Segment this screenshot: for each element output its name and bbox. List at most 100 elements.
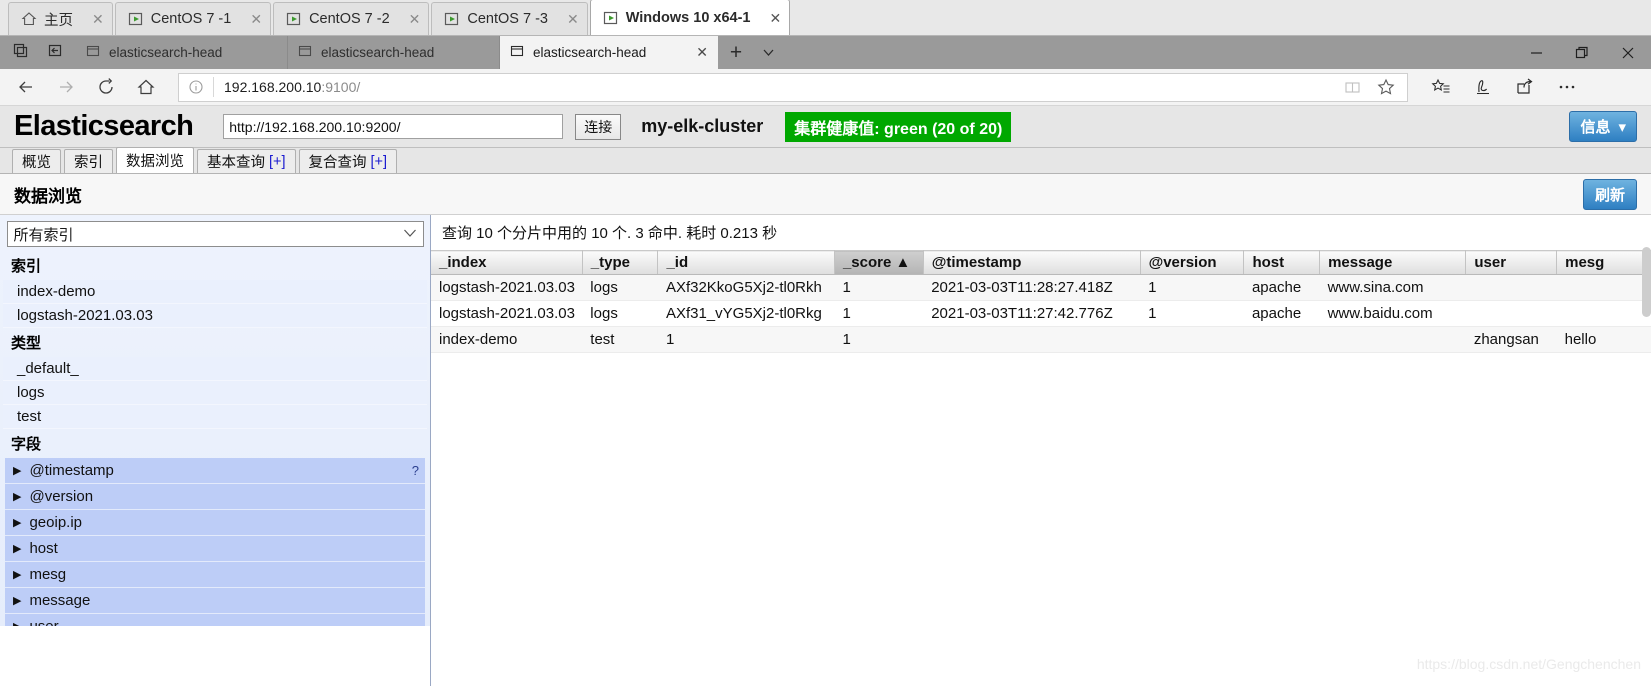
back-button[interactable] xyxy=(6,71,46,104)
info-button[interactable]: 信息 ▾ xyxy=(1569,111,1637,142)
cell-type: logs xyxy=(582,300,658,327)
connect-button[interactable]: 连接 xyxy=(575,113,622,140)
es-sidebar: 所有索引 索引 index-demo logstash-2021.03.03 类… xyxy=(0,215,431,631)
column-header-version[interactable]: @version xyxy=(1140,250,1245,275)
tab-label: 概览 xyxy=(22,155,51,171)
close-icon[interactable]: ✕ xyxy=(770,11,782,25)
browser-toolbar: 192.168.200.10:9100/ xyxy=(0,69,1651,106)
web-note-icon[interactable] xyxy=(1462,71,1504,104)
vm-tab-label: 主页 xyxy=(44,12,73,29)
close-button[interactable] xyxy=(1605,36,1651,69)
address-bar[interactable]: 192.168.200.10:9100/ xyxy=(178,72,1408,102)
page-icon xyxy=(298,44,312,61)
expand-triangle-icon[interactable]: ▶ xyxy=(13,464,21,477)
close-icon[interactable]: ✕ xyxy=(696,44,708,61)
reading-view-icon[interactable] xyxy=(1335,74,1369,101)
sidebar-field-geoip-ip[interactable]: ▶ geoip.ip xyxy=(5,510,425,536)
vm-tab-centos-1[interactable]: CentOS 7 -1 ✕ xyxy=(114,2,272,35)
column-header-score-label: _score xyxy=(842,254,892,271)
sidebar-field-host[interactable]: ▶ host xyxy=(5,536,425,562)
set-tabs-aside-icon[interactable] xyxy=(47,42,64,64)
browser-tab-2[interactable]: elasticsearch-head xyxy=(288,36,500,69)
cell-version xyxy=(1140,326,1244,353)
sidebar-field-mesg[interactable]: ▶ mesg xyxy=(5,562,425,588)
chevron-down-icon[interactable] xyxy=(754,36,782,69)
tab-preview-icon[interactable] xyxy=(12,42,29,64)
tab-plus-icon[interactable]: [+] xyxy=(269,154,286,170)
sidebar-index-item[interactable]: index-demo xyxy=(3,280,427,304)
cell-user xyxy=(1465,274,1557,301)
sidebar-type-item[interactable]: test xyxy=(3,405,427,429)
home-button[interactable] xyxy=(126,71,166,104)
maximize-button[interactable] xyxy=(1559,36,1605,69)
sidebar-type-item[interactable]: logs xyxy=(3,381,427,405)
site-info-icon[interactable] xyxy=(179,79,213,95)
cell-host: apache xyxy=(1243,300,1320,327)
minimize-button[interactable] xyxy=(1513,36,1559,69)
address-text[interactable]: 192.168.200.10:9100/ xyxy=(214,79,1335,95)
es-cluster-url-input[interactable] xyxy=(223,114,564,139)
browser-tab-1[interactable]: elasticsearch-head xyxy=(76,36,288,69)
group-title-indices: 索引 xyxy=(11,258,42,275)
column-header-message[interactable]: message xyxy=(1319,250,1467,275)
sidebar-field-timestamp[interactable]: ▶ @timestamp ? xyxy=(5,458,425,484)
browser-tab-3[interactable]: elasticsearch-head ✕ xyxy=(500,36,718,69)
vm-tab-home[interactable]: 主页 ✕ xyxy=(8,2,113,35)
vm-icon xyxy=(444,11,460,27)
column-header-mesg[interactable]: mesg xyxy=(1556,250,1651,275)
vm-icon xyxy=(128,11,144,27)
tab-data-browse[interactable]: 数据浏览 xyxy=(116,147,194,173)
expand-triangle-icon[interactable]: ▶ xyxy=(13,490,21,503)
new-tab-button[interactable]: + xyxy=(718,36,754,69)
table-row[interactable]: index-demo test 1 1 zhangsan hello xyxy=(431,326,1651,353)
tab-composite-query[interactable]: 复合查询 [+] xyxy=(298,149,398,173)
refresh-results-button[interactable]: 刷新 xyxy=(1582,178,1637,210)
cell-index: logstash-2021.03.03 xyxy=(431,274,583,301)
expand-triangle-icon[interactable]: ▶ xyxy=(13,594,21,607)
table-row[interactable]: logstash-2021.03.03 logs AXf32KkoG5Xj2-t… xyxy=(431,274,1651,301)
column-header-type[interactable]: _type xyxy=(582,250,659,275)
vm-tab-centos-2[interactable]: CentOS 7 -2 ✕ xyxy=(273,2,430,35)
column-header-id[interactable]: _id xyxy=(657,250,835,275)
share-icon[interactable] xyxy=(1504,71,1546,104)
sidebar-index-item[interactable]: logstash-2021.03.03 xyxy=(3,304,427,328)
more-icon[interactable] xyxy=(1546,71,1588,104)
results-table: _index _type _id _score ▲ @timestamp @ve… xyxy=(431,250,1651,353)
page-icon xyxy=(510,44,524,61)
vm-icon xyxy=(603,10,619,26)
field-label: mesg xyxy=(29,566,67,583)
sidebar-type-item[interactable]: _default_ xyxy=(3,357,427,381)
close-icon[interactable]: ✕ xyxy=(409,12,421,26)
results-scrollbar-thumb[interactable] xyxy=(1642,247,1651,317)
close-icon[interactable]: ✕ xyxy=(567,12,579,26)
tab-overview[interactable]: 概览 xyxy=(12,149,61,173)
close-icon[interactable]: ✕ xyxy=(92,12,104,26)
vmware-tab-strip: 主页 ✕ CentOS 7 -1 ✕ CentOS 7 -2 ✕ CentOS … xyxy=(0,0,1651,36)
column-header-index[interactable]: _index xyxy=(431,250,583,275)
favorites-hub-icon[interactable] xyxy=(1420,71,1462,104)
favorite-star-icon[interactable] xyxy=(1369,74,1403,101)
index-select[interactable]: 所有索引 xyxy=(6,221,424,247)
table-row[interactable]: logstash-2021.03.03 logs AXf31_vYG5Xj2-t… xyxy=(431,300,1651,327)
column-header-timestamp[interactable]: @timestamp xyxy=(923,250,1141,275)
help-icon[interactable]: ? xyxy=(412,463,419,478)
expand-triangle-icon[interactable]: ▶ xyxy=(13,516,21,529)
results-summary: 查询 10 个分片中用的 10 个. 3 命中. 耗时 0.213 秒 xyxy=(442,225,778,242)
tab-basic-query[interactable]: 基本查询 [+] xyxy=(197,149,296,173)
sidebar-field-version[interactable]: ▶ @version xyxy=(5,484,425,510)
expand-triangle-icon[interactable]: ▶ xyxy=(13,542,21,555)
refresh-button[interactable] xyxy=(86,71,126,104)
tab-label: 基本查询 xyxy=(207,155,265,171)
forward-button[interactable] xyxy=(46,71,86,104)
watermark: https://blog.csdn.net/Gengchenchen xyxy=(1416,656,1641,672)
column-header-host[interactable]: host xyxy=(1243,250,1321,275)
sidebar-field-message[interactable]: ▶ message xyxy=(5,588,425,614)
vm-tab-windows-10[interactable]: Windows 10 x64-1 ✕ xyxy=(589,0,791,35)
close-icon[interactable]: ✕ xyxy=(250,12,262,26)
column-header-score[interactable]: _score ▲ xyxy=(834,250,924,275)
tab-plus-icon[interactable]: [+] xyxy=(371,154,388,170)
tab-indices[interactable]: 索引 xyxy=(64,149,113,173)
vm-tab-centos-3[interactable]: CentOS 7 -3 ✕ xyxy=(431,2,588,35)
expand-triangle-icon[interactable]: ▶ xyxy=(13,568,21,581)
column-header-user[interactable]: user xyxy=(1465,250,1558,275)
